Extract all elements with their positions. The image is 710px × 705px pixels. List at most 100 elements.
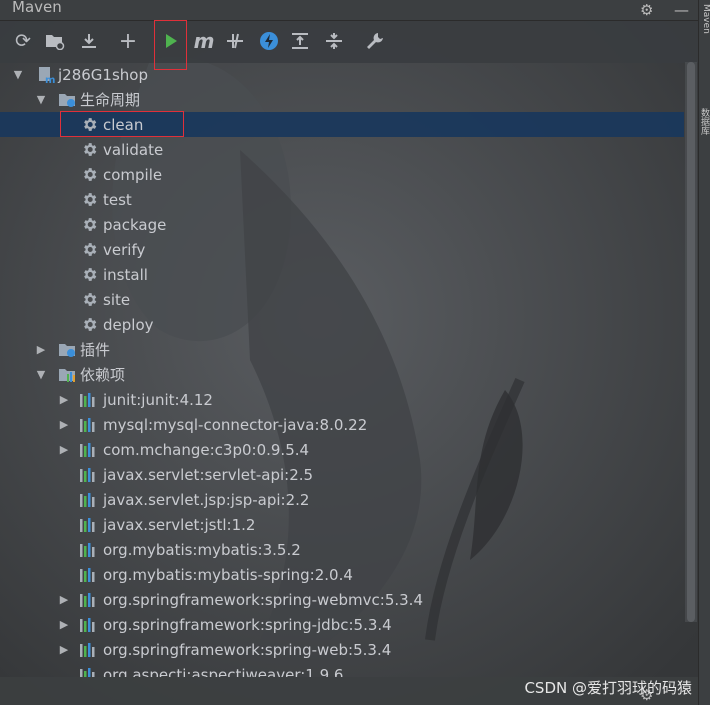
- lifecycle-goal-row[interactable]: install: [0, 262, 684, 287]
- tree-row-lifecycle[interactable]: ▼ 生命周期: [0, 87, 684, 112]
- window-title: Maven: [12, 0, 62, 16]
- dependency-row[interactable]: org.aspectj:aspectjweaver:1.9.6: [0, 662, 684, 677]
- dependency-label: javax.servlet:jstl:1.2: [103, 515, 256, 534]
- chevron-down-icon[interactable]: ▼: [34, 368, 48, 381]
- tree-row-plugins[interactable]: ▶ 插件: [0, 337, 684, 362]
- maven-m-icon: m: [193, 29, 215, 53]
- goal-label: verify: [103, 240, 146, 259]
- dependency-row[interactable]: org.mybatis:mybatis:3.5.2: [0, 537, 684, 562]
- gear-icon: [80, 166, 98, 184]
- dependency-label: mysql:mysql-connector-java:8.0.22: [103, 415, 368, 434]
- dependency-row[interactable]: ▶ org.springframework:spring-webmvc:5.3.4: [0, 587, 684, 612]
- title-bar: Maven ⚙ —: [0, 0, 698, 21]
- gear-icon: [80, 291, 98, 309]
- lifecycle-goal-row[interactable]: package: [0, 212, 684, 237]
- gear-icon[interactable]: ⚙: [640, 1, 653, 19]
- download-icon: [82, 34, 96, 48]
- dependency-row[interactable]: javax.servlet.jsp:jsp-api:2.2: [0, 487, 684, 512]
- lifecycle-goal-row[interactable]: site: [0, 287, 684, 312]
- project-name: j286G1shop: [58, 65, 148, 84]
- chevron-right-icon[interactable]: ▶: [34, 343, 48, 356]
- library-icon: [79, 591, 97, 609]
- lifecycle-goal-row[interactable]: compile: [0, 162, 684, 187]
- wrench-icon: [367, 33, 383, 49]
- library-icon: [79, 541, 97, 559]
- folder-refresh-icon: [46, 35, 65, 50]
- chevron-right-icon[interactable]: ▶: [57, 393, 71, 406]
- reload-button[interactable]: ⟳: [9, 27, 37, 55]
- dependency-label: org.springframework:spring-jdbc:5.3.4: [103, 615, 392, 634]
- lightning-icon: [260, 32, 278, 50]
- chevron-down-icon[interactable]: ▼: [11, 68, 25, 81]
- library-icon: [79, 416, 97, 434]
- generate-sources-button[interactable]: [41, 27, 69, 55]
- show-dependencies-button[interactable]: [286, 27, 314, 55]
- lifecycle-goal-row[interactable]: deploy: [0, 312, 684, 337]
- plus-icon: +: [118, 28, 138, 54]
- dependency-row[interactable]: ▶ org.springframework:spring-jdbc:5.3.4: [0, 612, 684, 637]
- goal-label: test: [103, 190, 132, 209]
- dependency-row[interactable]: ▶ junit:junit:4.12: [0, 387, 684, 412]
- gear-icon: [80, 141, 98, 159]
- maven-tool-window: Maven ⚙ — ⟳ + m ▼ m j286G1shop ▼ 生命周期 cl…: [0, 0, 698, 705]
- dependency-row[interactable]: ▶ mysql:mysql-connector-java:8.0.22: [0, 412, 684, 437]
- library-icon: [79, 566, 97, 584]
- goal-label: compile: [103, 165, 163, 184]
- goal-label: package: [103, 215, 167, 234]
- tree-row-dependencies[interactable]: ▼ 依赖项: [0, 362, 684, 387]
- skip-tests-button[interactable]: [221, 27, 249, 55]
- dependencies-folder-icon: [58, 366, 76, 384]
- vertical-scrollbar[interactable]: [685, 62, 697, 622]
- execute-goal-button[interactable]: m: [190, 27, 218, 55]
- dependencies-icon: [292, 33, 308, 49]
- goal-label: validate: [103, 140, 164, 159]
- library-icon: [79, 466, 97, 484]
- dependency-row[interactable]: org.mybatis:mybatis-spring:2.0.4: [0, 562, 684, 587]
- dependency-label: org.mybatis:mybatis:3.5.2: [103, 540, 301, 559]
- plugins-label: 插件: [80, 341, 111, 359]
- lifecycle-folder-icon: [58, 91, 76, 109]
- gear-icon: [80, 191, 98, 209]
- clean-goal-highlight: [60, 111, 184, 137]
- download-button[interactable]: [75, 27, 103, 55]
- maven-side-tab[interactable]: Maven: [699, 4, 710, 34]
- reload-icon: ⟳: [15, 30, 31, 52]
- collapse-icon: [326, 33, 342, 49]
- library-icon: [79, 516, 97, 534]
- offline-button[interactable]: [255, 27, 283, 55]
- svg-text:m: m: [45, 75, 55, 84]
- lifecycle-goal-row[interactable]: test: [0, 187, 684, 212]
- scrollbar-thumb[interactable]: [687, 62, 695, 622]
- settings-button[interactable]: [361, 27, 389, 55]
- minus-icon[interactable]: —: [674, 1, 689, 19]
- library-icon: [79, 391, 97, 409]
- skip-tests-icon: [227, 33, 243, 49]
- collapse-all-button[interactable]: [320, 27, 348, 55]
- tree-row-project[interactable]: ▼ m j286G1shop: [0, 62, 684, 87]
- dependency-label: org.springframework:spring-web:5.3.4: [103, 640, 392, 659]
- chevron-right-icon[interactable]: ▶: [57, 643, 71, 656]
- maven-project-icon: m: [37, 66, 55, 84]
- library-icon: [79, 616, 97, 634]
- gear-icon: [80, 216, 98, 234]
- dependency-label: org.mybatis:mybatis-spring:2.0.4: [103, 565, 353, 584]
- chevron-down-icon[interactable]: ▼: [34, 93, 48, 106]
- dependency-row[interactable]: javax.servlet:jstl:1.2: [0, 512, 684, 537]
- lifecycle-goal-row[interactable]: validate: [0, 137, 684, 162]
- database-side-tab[interactable]: 数据库: [699, 108, 710, 135]
- dependency-row[interactable]: javax.servlet:servlet-api:2.5: [0, 462, 684, 487]
- gear-icon: [80, 241, 98, 259]
- chevron-right-icon[interactable]: ▶: [57, 443, 71, 456]
- watermark: CSDN @爱打羽球的码猿: [524, 679, 692, 697]
- gear-icon: [80, 266, 98, 284]
- add-button[interactable]: +: [114, 27, 142, 55]
- chevron-right-icon[interactable]: ▶: [57, 618, 71, 631]
- goal-label: deploy: [103, 315, 154, 334]
- library-icon: [79, 441, 97, 459]
- dependency-row[interactable]: ▶ com.mchange:c3p0:0.9.5.4: [0, 437, 684, 462]
- chevron-right-icon[interactable]: ▶: [57, 593, 71, 606]
- chevron-right-icon[interactable]: ▶: [57, 418, 71, 431]
- lifecycle-goal-row[interactable]: verify: [0, 237, 684, 262]
- library-icon: [79, 491, 97, 509]
- dependency-row[interactable]: ▶ org.springframework:spring-web:5.3.4: [0, 637, 684, 662]
